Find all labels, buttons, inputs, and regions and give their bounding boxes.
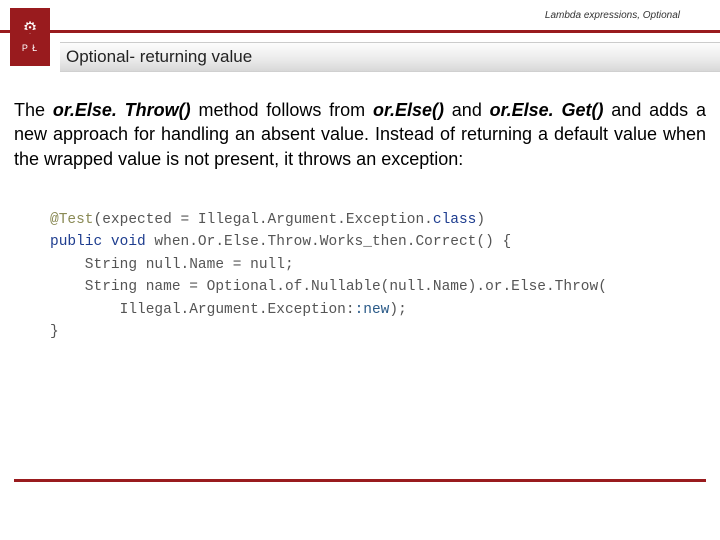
breadcrumb: Lambda expressions, Optional xyxy=(545,10,680,21)
title-bar: Optional- returning value xyxy=(60,42,720,72)
university-logo: ⚙ P Ł xyxy=(10,8,50,66)
code-text: when.Or.Else.Throw.Works_then.Correct() … xyxy=(146,234,511,250)
code-text: String name = Optional.of.Nullable(null.… xyxy=(50,279,607,295)
text: method follows from xyxy=(191,100,373,120)
code-keyword: :new xyxy=(355,302,390,318)
logo-icon: ⚙ xyxy=(23,21,37,37)
description-paragraph: The or.Else. Throw() method follows from… xyxy=(14,98,706,171)
text: The xyxy=(14,100,53,120)
code-annotation: @Test xyxy=(50,212,94,228)
text: and xyxy=(444,100,490,120)
code-text: ); xyxy=(389,302,406,318)
method-name: or.Else. Throw() xyxy=(53,100,191,120)
content-area: The or.Else. Throw() method follows from… xyxy=(0,82,720,344)
method-name: or.Else() xyxy=(373,100,444,120)
method-name: or.Else. Get() xyxy=(490,100,604,120)
code-block: @Test(expected = Illegal.Argument.Except… xyxy=(50,209,706,344)
code-text: Illegal.Argument.Exception: xyxy=(50,302,355,318)
code-text: } xyxy=(50,324,59,340)
code-text: ) xyxy=(476,212,485,228)
code-text: String null.Name = null; xyxy=(50,257,294,273)
code-keyword: class xyxy=(433,212,477,228)
logo-text: P Ł xyxy=(22,43,38,53)
page-title: Optional- returning value xyxy=(66,47,252,67)
slide-header: ⚙ P Ł Lambda expressions, Optional Optio… xyxy=(0,0,720,82)
code-keyword: public void xyxy=(50,234,146,250)
footer-divider xyxy=(14,479,706,482)
header-divider xyxy=(0,30,720,33)
code-text: (expected = Illegal.Argument.Exception. xyxy=(94,212,433,228)
